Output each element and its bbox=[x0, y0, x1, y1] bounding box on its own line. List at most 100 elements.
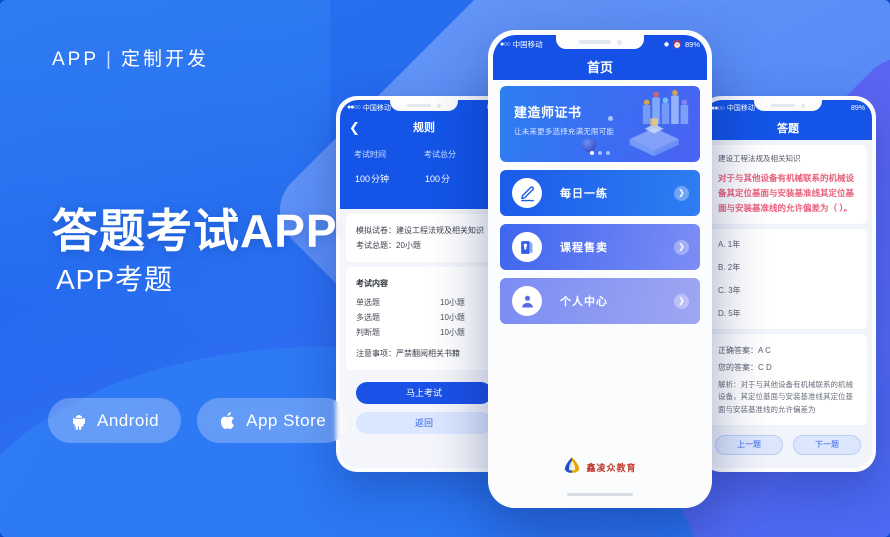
alarm-icon: ⏰ bbox=[672, 39, 682, 49]
row-value: 10小题 bbox=[440, 312, 465, 322]
carrier-label: 中国移动 bbox=[512, 39, 543, 49]
rules-back-button[interactable]: 返回 bbox=[356, 412, 492, 435]
phone-screen-home: ●○○ 中国移动 11:00 ✹ ⏰ 89% 首页 建造师证书 bbox=[493, 35, 707, 503]
home-navbar: 首页 bbox=[493, 53, 707, 80]
rules-button-group: 马上考试 返回 bbox=[340, 370, 508, 435]
hero-eyebrow: APP | 定制开发 bbox=[52, 44, 382, 71]
home-menu-label: 个人中心 bbox=[560, 296, 608, 308]
rules-info-card: 模拟试卷：建设工程法规及相关知识 考试总题：20小题 bbox=[346, 214, 502, 263]
prev-question-button[interactable]: 上一题 bbox=[715, 434, 783, 455]
stat-total-score-label: 考试总分 bbox=[424, 150, 456, 159]
chevron-right-icon[interactable]: ❯ bbox=[674, 239, 689, 255]
brand-logo: 鑫凌众教育 bbox=[493, 456, 707, 479]
hero-eyebrow-divider: | bbox=[106, 49, 114, 70]
home-menu-label: 课程售卖 bbox=[560, 242, 608, 254]
appstore-download-button[interactable]: App Store bbox=[197, 398, 349, 443]
rules-header: ●●○○ 中国移动 11:00 89% ❮ 规则 考试时间 100分钟 bbox=[340, 100, 508, 209]
speaker-icon bbox=[771, 104, 795, 107]
start-exam-button[interactable]: 马上考试 bbox=[356, 382, 492, 405]
answer-option[interactable]: C. 3年 bbox=[718, 279, 858, 302]
stat-total-score: 考试总分 100分 bbox=[424, 149, 494, 187]
rules-navbar: ❮ 规则 bbox=[340, 115, 508, 139]
phone-screen-answer: ●●○○ 中国移动 11:00 89% 答题 建设工程法规及相关知识 对于与其他… bbox=[704, 100, 872, 468]
battery-label: 89% bbox=[684, 39, 700, 49]
stat-total-score-unit: 分 bbox=[441, 174, 451, 184]
signal-icon: ●●○○ bbox=[347, 104, 361, 111]
banner-illustration-icon bbox=[629, 90, 689, 157]
answer-question-card: 建设工程法规及相关知识 对于与其他设备有机械联系的机械设备其定位基面与安装基准线… bbox=[709, 145, 867, 224]
carrier-label: 中国移动 bbox=[726, 105, 755, 112]
speaker-icon bbox=[407, 104, 431, 107]
correct-answer-line: 正确答案：A C bbox=[718, 342, 858, 359]
phone-screen-rules: ●●○○ 中国移动 11:00 89% ❮ 规则 考试时间 100分钟 bbox=[340, 100, 508, 468]
stat-total-score-value: 100 bbox=[425, 174, 441, 184]
banner-dot[interactable] bbox=[590, 151, 594, 155]
home-title: 首页 bbox=[586, 60, 613, 75]
back-chevron-left-icon[interactable]: ❮ bbox=[349, 121, 360, 134]
answer-title: 答题 bbox=[777, 123, 799, 135]
correct-answer-value: A C bbox=[758, 345, 771, 355]
row-label: 多选题 bbox=[356, 312, 380, 322]
home-menu-item-daily-practice[interactable]: 每日一练 ❯ bbox=[500, 170, 700, 216]
rules-note: 注意事项：严禁翻阅相关书籍 bbox=[356, 349, 460, 359]
stat-exam-time-value: 100 bbox=[355, 174, 371, 184]
hero-headline: 答题考试APP bbox=[52, 205, 338, 257]
your-answer-label: 您的答案： bbox=[718, 362, 758, 372]
battery-label: 89% bbox=[850, 104, 865, 112]
your-answer-line: 您的答案：C D bbox=[718, 359, 858, 376]
hero-subheadline: APP考题 bbox=[56, 264, 174, 295]
pencil-icon bbox=[512, 178, 542, 208]
android-icon bbox=[70, 412, 88, 430]
row-label: 单选题 bbox=[356, 297, 380, 307]
stat-exam-time-unit: 分钟 bbox=[371, 174, 390, 184]
rules-content-row: 多选题 10小题 bbox=[356, 310, 492, 325]
home-banner[interactable]: 建造师证书 让未来更多选择充满无限可能 bbox=[500, 86, 700, 162]
store-button-row: Android App Store bbox=[48, 398, 349, 443]
answer-question-text: 对于与其他设备有机械联系的机械设备其定位基面与安装基准线其定位基面与安装基准线的… bbox=[718, 173, 855, 213]
home-menu-item-course-sales[interactable]: 课程售卖 ❯ bbox=[500, 224, 700, 270]
home-menu-item-profile[interactable]: 个人中心 ❯ bbox=[500, 278, 700, 324]
stat-exam-time: 考试时间 100分钟 bbox=[354, 149, 424, 187]
rules-content-row: 单选题 10小题 bbox=[356, 295, 492, 310]
hero-eyebrow-left: APP bbox=[52, 49, 100, 70]
answer-subject: 建设工程法规及相关知识 bbox=[718, 154, 801, 163]
phone-mockup-home: ●○○ 中国移动 11:00 ✹ ⏰ 89% 首页 建造师证书 bbox=[488, 30, 712, 508]
rules-content-row: 判断题 10小题 bbox=[356, 325, 492, 340]
brand-logo-text: 鑫凌众教育 bbox=[586, 463, 637, 473]
row-label: 判断题 bbox=[356, 327, 380, 337]
answer-explanation: 解析：对于与其他设备有机械联系的机械设备，其定位基面与安装基准线其定位基面与安装… bbox=[718, 376, 858, 417]
chevron-right-icon[interactable]: ❯ bbox=[674, 185, 689, 201]
stat-exam-time-label: 考试时间 bbox=[354, 150, 386, 159]
apple-icon bbox=[219, 411, 237, 431]
row-value: 10小题 bbox=[440, 327, 465, 337]
rules-title: 规则 bbox=[413, 122, 435, 134]
android-download-button[interactable]: Android bbox=[48, 398, 182, 443]
answer-navbar: 答题 bbox=[704, 116, 872, 140]
answer-option[interactable]: A. 1年 bbox=[718, 233, 858, 256]
chevron-right-icon[interactable]: ❯ bbox=[674, 293, 689, 309]
banner-dot[interactable] bbox=[598, 151, 602, 155]
phone-mockup-answer: ●●○○ 中国移动 11:00 89% 答题 建设工程法规及相关知识 对于与其他… bbox=[700, 96, 876, 472]
banner-pagination-dots[interactable] bbox=[590, 151, 610, 155]
row-value: 10小题 bbox=[440, 297, 465, 307]
rules-stats: 考试时间 100分钟 考试总分 100分 bbox=[340, 139, 508, 209]
carrier-label: 中国移动 bbox=[362, 104, 391, 112]
android-download-label: Android bbox=[97, 410, 160, 430]
answer-option[interactable]: D. 5年 bbox=[718, 302, 858, 325]
correct-answer-label: 正确答案： bbox=[718, 345, 758, 355]
phone-notch bbox=[754, 100, 822, 111]
explanation-label: 解析： bbox=[718, 379, 741, 389]
next-question-button[interactable]: 下一题 bbox=[793, 434, 861, 455]
camera-icon bbox=[437, 103, 441, 108]
promo-banner-stage: APP | 定制开发 答题考试APP APP考题 Android App Store bbox=[0, 0, 890, 537]
signal-icon: ●●○○ bbox=[711, 104, 725, 112]
home-indicator bbox=[567, 493, 633, 496]
book-icon bbox=[512, 232, 542, 262]
phone-notch bbox=[390, 100, 458, 111]
answer-option[interactable]: B. 2年 bbox=[718, 256, 858, 279]
speaker-icon bbox=[578, 40, 611, 44]
camera-icon bbox=[616, 39, 622, 45]
banner-dot[interactable] bbox=[606, 151, 610, 155]
answer-footer-nav: 上一题 下一题 bbox=[704, 425, 872, 455]
bluetooth-icon: ✹ bbox=[663, 39, 670, 49]
